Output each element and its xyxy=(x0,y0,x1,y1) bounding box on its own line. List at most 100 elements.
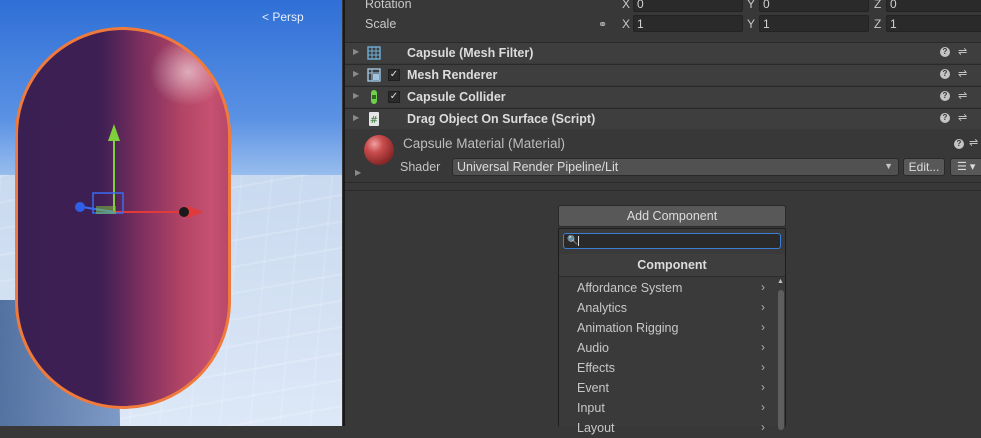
menu-item-affordance-system[interactable]: Affordance System › xyxy=(559,278,777,298)
rotation-label: Rotation xyxy=(365,0,412,11)
link-icon[interactable]: ⚭ xyxy=(598,18,612,31)
menu-item-animation-rigging[interactable]: Animation Rigging › xyxy=(559,318,777,338)
component-mesh-filter[interactable]: ▶ Capsule (Mesh Filter) ? ⇌ xyxy=(345,42,981,63)
view-mode-label: Persp xyxy=(272,10,304,24)
chevron-right-icon: › xyxy=(761,400,765,414)
material-preview-icon xyxy=(364,135,394,165)
add-component-popup: 🔍 Component Affordance System › Analytic… xyxy=(558,228,786,435)
popup-header: Component xyxy=(559,254,785,277)
mesh-renderer-icon xyxy=(367,68,381,82)
divider xyxy=(345,190,981,191)
rotation-y-axis-label: Y xyxy=(747,0,756,11)
component-name: Capsule (Mesh Filter) xyxy=(407,46,534,60)
x-axis-handle xyxy=(188,206,203,218)
component-name: Capsule Collider xyxy=(407,90,506,104)
expand-arrow-icon[interactable]: ▶ xyxy=(355,168,361,177)
add-component-button[interactable]: Add Component xyxy=(558,205,786,227)
rotation-x-field[interactable]: 0 xyxy=(633,0,743,12)
menu-item-label: Input xyxy=(577,401,605,415)
menu-item-label: Animation Rigging xyxy=(577,321,679,335)
y-axis-handle xyxy=(108,124,120,141)
help-icon[interactable]: ? xyxy=(940,69,950,79)
shader-options-button[interactable]: ☰ ▾ xyxy=(950,158,981,176)
rotation-x-axis-label: X xyxy=(622,0,631,11)
shader-dropdown[interactable]: Universal Render Pipeline/Lit ▼ xyxy=(452,158,899,176)
component-search-input[interactable]: 🔍 xyxy=(563,233,781,249)
expand-arrow-icon[interactable]: ▶ xyxy=(353,113,359,122)
component-capsule-collider[interactable]: ▶ ✓ Capsule Collider ? ⇌ xyxy=(345,86,981,107)
menu-item-label: Effects xyxy=(577,361,615,375)
move-gizmo[interactable] xyxy=(0,0,342,426)
preset-settings-icon[interactable]: ⇌ xyxy=(958,89,967,102)
view-mode-toggle[interactable]: < Persp xyxy=(262,10,304,24)
preset-settings-icon[interactable]: ⇌ xyxy=(958,67,967,80)
preset-settings-icon[interactable]: ⇌ xyxy=(958,111,967,124)
menu-item-event[interactable]: Event › xyxy=(559,378,777,398)
rotation-z-axis-label: Z xyxy=(874,0,882,11)
enabled-checkbox[interactable]: ✓ xyxy=(388,69,400,81)
scale-x-field[interactable]: 1 xyxy=(633,15,743,32)
z-axis-handle xyxy=(75,202,85,212)
menu-item-label: Event xyxy=(577,381,609,395)
x-axis-cap xyxy=(179,207,189,217)
component-name: Mesh Renderer xyxy=(407,68,498,82)
expand-arrow-icon[interactable]: ▶ xyxy=(353,91,359,100)
expand-arrow-icon[interactable]: ▶ xyxy=(353,69,359,78)
scale-y-field[interactable]: 1 xyxy=(759,15,869,32)
chevron-right-icon: › xyxy=(761,300,765,314)
scroll-up-icon[interactable]: ▲ xyxy=(777,278,784,285)
menu-item-analytics[interactable]: Analytics › xyxy=(559,298,777,318)
capsule-collider-icon xyxy=(371,90,377,104)
chevron-right-icon: › xyxy=(761,280,765,294)
enabled-checkbox[interactable]: ✓ xyxy=(388,91,400,103)
menu-item-effects[interactable]: Effects › xyxy=(559,358,777,378)
search-icon: 🔍 xyxy=(567,235,579,245)
popup-scrollbar[interactable]: ▲ xyxy=(777,278,785,430)
scroll-thumb[interactable] xyxy=(778,290,784,430)
component-drag-object-script[interactable]: ▶ # Drag Object On Surface (Script) ? ⇌ xyxy=(345,108,981,129)
chevron-right-icon: › xyxy=(761,360,765,374)
scale-label: Scale xyxy=(365,17,397,31)
inspector-panel: Rotation X 0 Y 0 Z 0 Scale ⚭ X 1 Y 1 Z 1… xyxy=(343,0,981,435)
menu-item-input[interactable]: Input › xyxy=(559,398,777,418)
shader-value: Universal Render Pipeline/Lit xyxy=(457,160,619,174)
menu-item-label: Analytics xyxy=(577,301,628,315)
menu-item-label: Layout xyxy=(577,421,615,435)
rotation-z-field[interactable]: 0 xyxy=(886,0,981,12)
mesh-filter-icon xyxy=(367,46,381,60)
help-icon[interactable]: ? xyxy=(940,91,950,101)
menu-item-layout[interactable]: Layout › xyxy=(559,418,777,438)
component-name: Drag Object On Surface (Script) xyxy=(407,112,596,126)
scale-row: Scale ⚭ X 1 Y 1 Z 1 xyxy=(345,14,981,34)
help-icon[interactable]: ? xyxy=(940,47,950,57)
svg-text:#: # xyxy=(370,115,378,126)
preset-settings-icon[interactable]: ⇌ xyxy=(958,45,967,58)
help-icon[interactable]: ? xyxy=(940,113,950,123)
script-icon: # xyxy=(369,112,379,126)
rotation-y-field[interactable]: 0 xyxy=(759,0,869,12)
chevron-right-icon: › xyxy=(761,380,765,394)
scale-z-axis-label: Z xyxy=(874,17,882,31)
text-cursor xyxy=(578,236,579,246)
chevron-down-icon: ▼ xyxy=(884,161,893,171)
preset-settings-icon[interactable]: ⇌ xyxy=(969,136,978,149)
scale-y-axis-label: Y xyxy=(747,17,756,31)
help-icon[interactable]: ? xyxy=(954,139,964,149)
chevron-right-icon: › xyxy=(761,320,765,334)
scale-x-axis-label: X xyxy=(622,17,631,31)
material-section: Capsule Material (Material) ? ⇌ ▶ Shader… xyxy=(345,130,981,183)
edit-shader-button[interactable]: Edit... xyxy=(903,158,945,176)
chevron-right-icon: › xyxy=(761,340,765,354)
list-icon: ☰ ▾ xyxy=(957,161,976,173)
component-mesh-renderer[interactable]: ▶ ✓ Mesh Renderer ? ⇌ xyxy=(345,64,981,85)
menu-item-label: Affordance System xyxy=(577,281,683,295)
shader-label: Shader xyxy=(400,160,441,174)
material-name: Capsule Material (Material) xyxy=(403,136,566,151)
expand-arrow-icon[interactable]: ▶ xyxy=(353,47,359,56)
menu-item-audio[interactable]: Audio › xyxy=(559,338,777,358)
scale-z-field[interactable]: 1 xyxy=(886,15,981,32)
rotation-row: Rotation X 0 Y 0 Z 0 xyxy=(345,0,981,14)
scene-view[interactable]: < Persp xyxy=(0,0,342,426)
perspective-icon: < xyxy=(262,10,270,24)
menu-item-label: Audio xyxy=(577,341,609,355)
